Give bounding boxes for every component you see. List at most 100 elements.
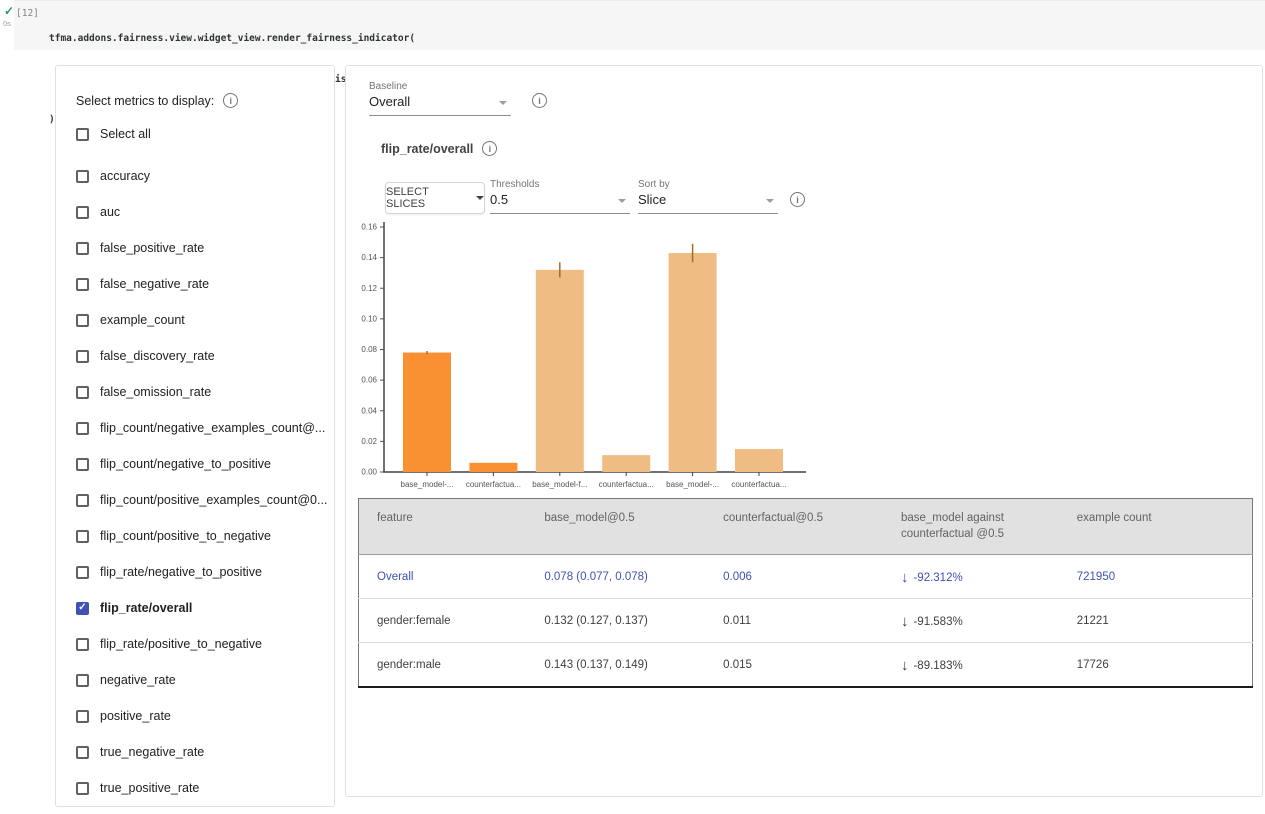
metric-label: flip_count/positive_to_negative [100, 529, 271, 543]
feature-cell: gender:female [359, 599, 545, 643]
checkbox-icon[interactable]: ✓ [76, 314, 89, 327]
down-arrow-icon: ↓ [901, 569, 909, 586]
code-line: tfma.addons.fairness.view.widget_view.re… [49, 32, 415, 46]
checkbox-icon[interactable]: ✓ [76, 746, 89, 759]
checkbox-icon[interactable]: ✓ [76, 350, 89, 363]
checkbox-icon[interactable]: ✓ [76, 242, 89, 255]
slice-metrics-table: feature base_model@0.5 counterfactual@0.… [358, 498, 1253, 688]
fairness-bar-chart: 0.000.020.040.060.080.100.120.140.16base… [354, 221, 824, 506]
svg-text:0.04: 0.04 [361, 406, 377, 415]
counterfactual-cell: 0.006 [723, 555, 901, 599]
metric-item[interactable]: ✓ false_negative_rate [76, 266, 328, 302]
sort-by-label: Sort by [638, 179, 778, 190]
metric-label: true_negative_rate [100, 745, 204, 759]
svg-text:0.14: 0.14 [361, 253, 377, 262]
fairness-indicator-panel: Baseline Overall i flip_rate/overall i S… [345, 65, 1263, 797]
checkbox-icon[interactable]: ✓ [76, 638, 89, 651]
svg-text:0.06: 0.06 [361, 376, 377, 385]
down-arrow-icon: ↓ [901, 613, 909, 630]
down-arrow-icon: ↓ [901, 657, 909, 674]
svg-text:0.16: 0.16 [361, 223, 377, 232]
baseline-dropdown[interactable]: Overall [369, 92, 511, 116]
metric-item[interactable]: ✓ false_positive_rate [76, 230, 328, 266]
cell-execution-time: 0s [3, 19, 11, 28]
metric-item[interactable]: ✓ accuracy [76, 158, 328, 194]
metric-item[interactable]: ✓ flip_count/positive_to_negative [76, 518, 328, 554]
metric-label: flip_count/negative_examples_count@... [100, 421, 325, 435]
cell-success-check-icon: ✓ [4, 4, 14, 18]
metric-item[interactable]: ✓ false_omission_rate [76, 374, 328, 410]
checkbox-icon[interactable]: ✓ [76, 386, 89, 399]
metrics-panel-title: Select metrics to display: [76, 94, 214, 108]
metric-label: accuracy [100, 169, 150, 183]
checkbox-icon[interactable]: ✓ [76, 128, 89, 141]
metric-item[interactable]: ✓ true_negative_rate [76, 734, 328, 770]
col-header-counterfactual: counterfactual@0.5 [723, 499, 901, 555]
metric-label: false_discovery_rate [100, 349, 215, 363]
metric-item[interactable]: ✓ flip_rate/overall [76, 590, 328, 626]
thresholds-dropdown[interactable]: 0.5 [490, 190, 630, 214]
table-row[interactable]: gender:female 0.132 (0.127, 0.137) 0.011… [359, 599, 1253, 643]
cell-execution-count: [12] [16, 8, 39, 19]
checkbox-icon[interactable]: ✓ [76, 278, 89, 291]
checkbox-icon[interactable]: ✓ [76, 566, 89, 579]
metric-item[interactable]: ✓ flip_count/negative_examples_count@... [76, 410, 328, 446]
base-model-cell: 0.132 (0.127, 0.137) [544, 599, 723, 643]
svg-text:counterfactua...: counterfactua... [466, 480, 521, 489]
metric-item[interactable]: ✓ example_count [76, 302, 328, 338]
chevron-down-icon [618, 199, 626, 203]
table-row[interactable]: gender:male 0.143 (0.137, 0.149) 0.015 ↓… [359, 643, 1253, 688]
chevron-down-icon [766, 199, 774, 203]
checkbox-icon[interactable]: ✓ [76, 494, 89, 507]
checkbox-icon[interactable]: ✓ [76, 782, 89, 795]
comparison-cell: ↓-89.183% [901, 643, 1077, 688]
checkbox-icon[interactable]: ✓ [76, 458, 89, 471]
counterfactual-cell: 0.015 [723, 643, 901, 688]
metrics-list: ✓ Select all ✓ accuracy ✓ auc ✓ false_po… [76, 116, 328, 806]
metric-item[interactable]: ✓ Select all [76, 116, 328, 152]
checkbox-icon[interactable]: ✓ [76, 530, 89, 543]
thresholds-value: 0.5 [490, 192, 508, 207]
metric-item[interactable]: ✓ auc [76, 194, 328, 230]
metric-label: flip_rate/negative_to_positive [100, 565, 262, 579]
sort-by-dropdown[interactable]: Slice [638, 190, 778, 214]
col-header-base-model: base_model@0.5 [544, 499, 723, 555]
metric-item[interactable]: ✓ flip_rate/positive_to_negative [76, 626, 328, 662]
metric-item[interactable]: ✓ flip_count/positive_examples_count@0..… [76, 482, 328, 518]
comparison-cell: ↓-92.312% [901, 555, 1077, 599]
baseline-label: Baseline [369, 81, 511, 92]
baseline-info-icon[interactable]: i [532, 93, 547, 108]
metric-label: flip_rate/overall [100, 601, 192, 615]
metric-label: flip_rate/positive_to_negative [100, 637, 262, 651]
metric-section-title: flip_rate/overall [381, 142, 473, 156]
checkbox-icon[interactable]: ✓ [76, 602, 89, 615]
table-row[interactable]: Overall 0.078 (0.077, 0.078) 0.006 ↓-92.… [359, 555, 1253, 599]
svg-text:0.10: 0.10 [361, 314, 377, 323]
notebook-code-cell: ✓ 0s [12] tfma.addons.fairness.view.widg… [0, 0, 1265, 50]
col-header-feature: feature [359, 499, 545, 555]
controls-info-icon[interactable]: i [790, 192, 805, 207]
chevron-down-icon [499, 101, 507, 105]
metrics-info-icon[interactable]: i [223, 93, 238, 108]
metric-item[interactable]: ✓ true_positive_rate [76, 770, 328, 806]
base-model-cell: 0.143 (0.137, 0.149) [544, 643, 723, 688]
checkbox-icon[interactable]: ✓ [76, 170, 89, 183]
checkbox-icon[interactable]: ✓ [76, 710, 89, 723]
metric-info-icon[interactable]: i [482, 141, 497, 156]
metric-item[interactable]: ✓ false_discovery_rate [76, 338, 328, 374]
select-slices-button[interactable]: SELECT SLICES [385, 182, 485, 214]
thresholds-label: Thresholds [490, 179, 630, 190]
checkbox-icon[interactable]: ✓ [76, 674, 89, 687]
checkbox-icon[interactable]: ✓ [76, 206, 89, 219]
checkbox-icon[interactable]: ✓ [76, 422, 89, 435]
metric-item[interactable]: ✓ flip_count/negative_to_positive [76, 446, 328, 482]
metric-label: example_count [100, 313, 185, 327]
metric-item[interactable]: ✓ flip_rate/negative_to_positive [76, 554, 328, 590]
example-count-cell: 17726 [1077, 643, 1253, 688]
svg-text:0.00: 0.00 [361, 468, 377, 477]
metric-item[interactable]: ✓ positive_rate [76, 698, 328, 734]
metric-item[interactable]: ✓ negative_rate [76, 662, 328, 698]
metric-label: negative_rate [100, 673, 176, 687]
chevron-down-icon [476, 196, 484, 200]
col-header-example-count: example count [1077, 499, 1253, 555]
